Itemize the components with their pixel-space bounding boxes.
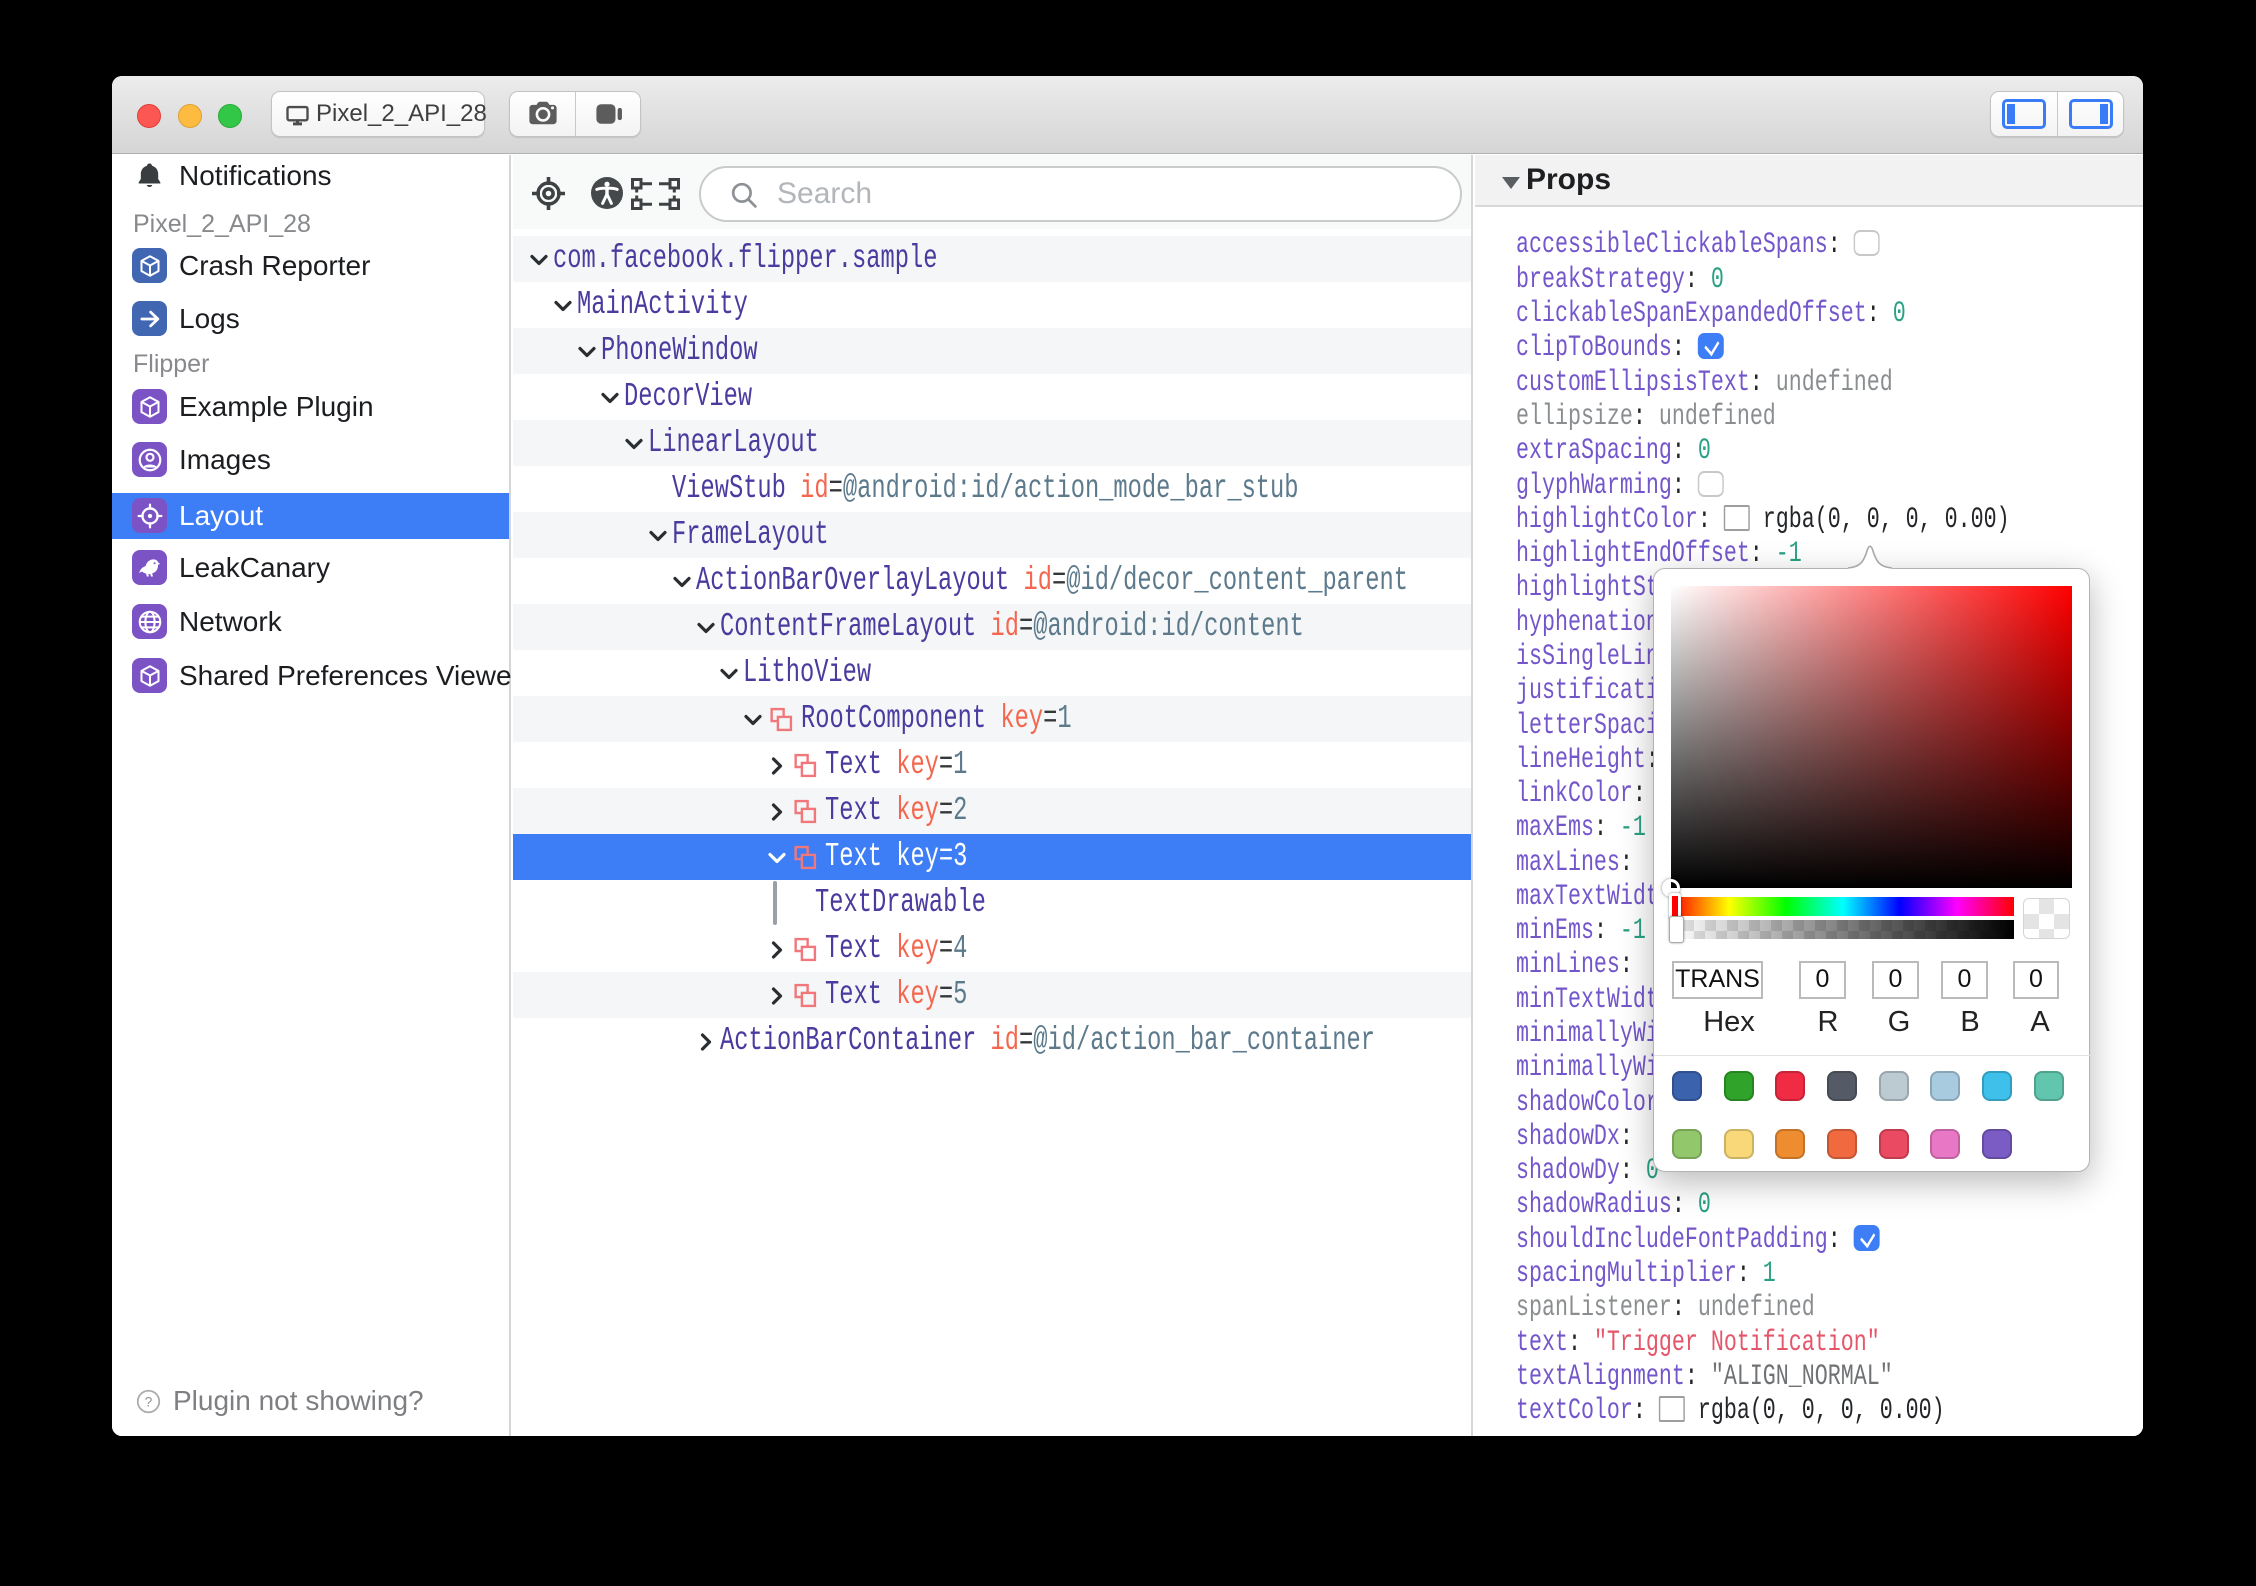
svg-text:?: ? <box>145 1395 153 1410</box>
